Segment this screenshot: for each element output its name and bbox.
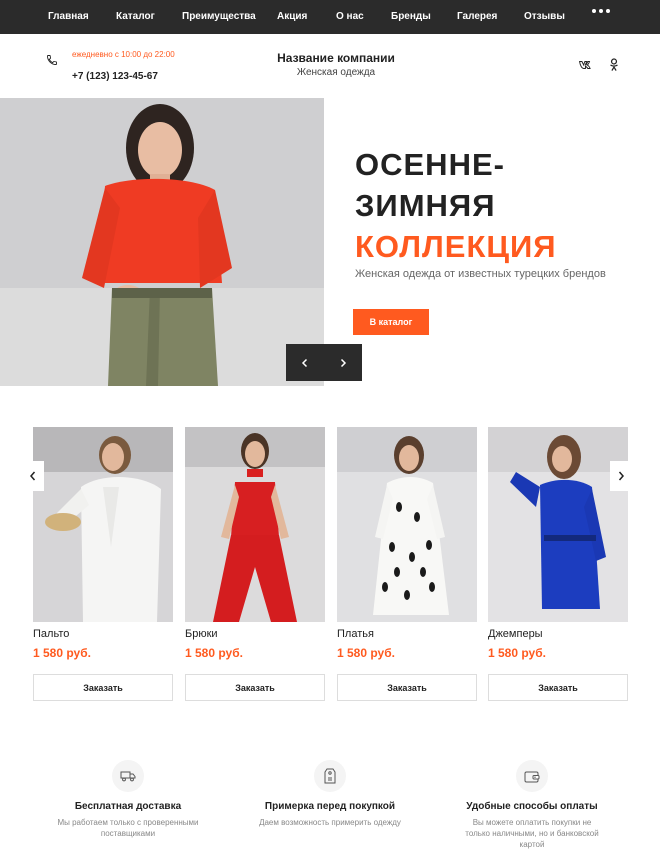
- features-section: Бесплатная доставка Мы работаем только с…: [0, 760, 660, 849]
- odnoklassniki-icon[interactable]: [609, 58, 619, 72]
- nav-item-catalog[interactable]: Каталог: [116, 11, 155, 22]
- phone-icon: [47, 55, 57, 65]
- fitting-tag-icon: [314, 760, 346, 792]
- product-card[interactable]: Пальто 1 580 руб. Заказать: [33, 427, 173, 701]
- product-image[interactable]: [185, 427, 325, 622]
- product-carousel: Пальто 1 580 руб. Заказать Брюки 1 580 р…: [0, 427, 660, 717]
- products-prev-button[interactable]: [22, 461, 44, 491]
- delivery-truck-icon: [112, 760, 144, 792]
- more-dots-icon[interactable]: [592, 9, 610, 13]
- product-card[interactable]: Платья 1 580 руб. Заказать: [337, 427, 477, 701]
- hero-title: ОСЕННЕ- ЗИМНЯЯ КОЛЛЕКЦИЯ: [355, 144, 557, 267]
- nav-item-advantages[interactable]: Преимущества: [182, 11, 256, 22]
- chevron-right-icon: [618, 471, 624, 481]
- order-button[interactable]: Заказать: [185, 674, 325, 701]
- product-image[interactable]: [488, 427, 628, 622]
- feature-description: Мы работаем только с проверенными постав…: [57, 818, 199, 838]
- company-subtitle: Женская одежда: [296, 67, 376, 78]
- feature-description: Вы можете оплатить покупки не только нал…: [465, 818, 599, 849]
- nav-item-gallery[interactable]: Галерея: [457, 11, 497, 22]
- products-next-button[interactable]: [610, 461, 632, 491]
- product-price: 1 580 руб.: [337, 646, 395, 660]
- chevron-left-icon: [301, 358, 308, 367]
- working-hours: ежедневно с 10:00 до 22:00: [72, 50, 175, 59]
- hero-title-line1: ОСЕННЕ-: [355, 147, 505, 182]
- feature-item: Удобные способы оплаты Вы можете оплатит…: [442, 760, 622, 849]
- feature-item: Примерка перед покупкой Даем возможность…: [240, 760, 420, 828]
- order-button[interactable]: Заказать: [33, 674, 173, 701]
- nav-item-reviews[interactable]: Отзывы: [524, 11, 565, 22]
- product-image[interactable]: [33, 427, 173, 622]
- phone-number[interactable]: +7 (123) 123-45-67: [72, 71, 158, 82]
- site-header: ежедневно с 10:00 до 22:00 +7 (123) 123-…: [0, 34, 660, 98]
- product-price: 1 580 руб.: [33, 646, 91, 660]
- hero-slider: ОСЕННЕ- ЗИМНЯЯ КОЛЛЕКЦИЯ Женская одежда …: [0, 98, 660, 386]
- hero-image: [0, 98, 324, 386]
- hero-prev-button[interactable]: [286, 344, 324, 381]
- feature-title: Бесплатная доставка: [74, 801, 182, 812]
- product-name: Пальто: [33, 628, 70, 640]
- product-name: Джемперы: [488, 628, 543, 640]
- nav-item-brands[interactable]: Бренды: [391, 11, 431, 22]
- nav-item-sale[interactable]: Акция: [277, 11, 307, 22]
- product-name: Платья: [337, 628, 374, 640]
- feature-item: Бесплатная доставка Мы работаем только с…: [38, 760, 218, 839]
- feature-description: Даем возможность примерить одежду: [259, 818, 401, 827]
- hero-next-button[interactable]: [324, 344, 362, 381]
- nav-item-about[interactable]: О нас: [336, 11, 364, 22]
- product-card[interactable]: Брюки 1 580 руб. Заказать: [185, 427, 325, 701]
- feature-title: Примерка перед покупкой: [264, 801, 396, 812]
- order-button[interactable]: Заказать: [488, 674, 628, 701]
- product-image[interactable]: [337, 427, 477, 622]
- hero-title-line2: ЗИМНЯЯ: [355, 188, 496, 223]
- vk-icon[interactable]: [579, 60, 593, 70]
- product-card[interactable]: Джемперы 1 580 руб. Заказать: [488, 427, 628, 701]
- feature-title: Удобные способы оплаты: [466, 801, 598, 812]
- nav-item-home[interactable]: Главная: [48, 11, 89, 22]
- wallet-icon: [516, 760, 548, 792]
- top-navigation: Главная Каталог Преимущества Акция О нас…: [0, 0, 660, 34]
- hero-title-accent: КОЛЛЕКЦИЯ: [355, 229, 557, 264]
- product-price: 1 580 руб.: [488, 646, 546, 660]
- hero-slider-controls: [286, 344, 362, 381]
- company-name: Название компании: [277, 51, 395, 65]
- catalog-button[interactable]: В каталог: [353, 309, 429, 335]
- order-button[interactable]: Заказать: [337, 674, 477, 701]
- hero-subtitle: Женская одежда от известных турецких бре…: [355, 268, 606, 280]
- chevron-right-icon: [340, 358, 347, 367]
- chevron-left-icon: [30, 471, 36, 481]
- product-price: 1 580 руб.: [185, 646, 243, 660]
- product-name: Брюки: [185, 628, 218, 640]
